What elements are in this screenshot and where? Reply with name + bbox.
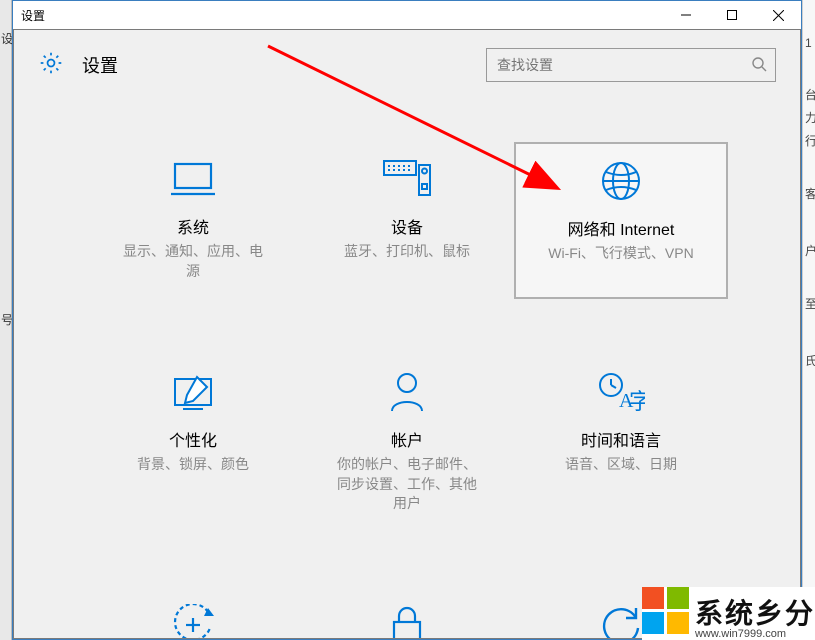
tile-title: 时间和语言 — [581, 427, 661, 451]
lock-icon — [390, 600, 424, 639]
personalization-icon — [171, 367, 215, 417]
header: 设置 — [14, 30, 800, 100]
tile-accounts[interactable]: 帐户 你的帐户、电子邮件、 同步设置、工作、其他 用户 — [300, 355, 514, 532]
tile-system[interactable]: 系统 显示、通知、应用、电 源 — [86, 142, 300, 299]
system-icon — [171, 154, 215, 204]
tile-ease-of-access[interactable]: 轻松使用 讲述人、放大镜、高对 — [86, 588, 300, 639]
maximize-button[interactable] — [709, 1, 755, 29]
tile-title: 设备 — [391, 214, 423, 238]
devices-icon — [382, 154, 432, 204]
close-button[interactable] — [755, 1, 801, 29]
tile-devices[interactable]: 设备 蓝牙、打印机、鼠标 — [300, 142, 514, 299]
minimize-button[interactable] — [663, 1, 709, 29]
tile-network[interactable]: 网络和 Internet Wi-Fi、飞行模式、VPN — [514, 142, 728, 299]
tile-desc: Wi-Fi、飞行模式、VPN — [548, 244, 693, 264]
window-body: 设置 系统 显示、通知、应用、电 源 — [13, 29, 801, 639]
svg-text:字: 字 — [629, 389, 645, 413]
globe-icon — [600, 156, 642, 206]
left-edge-fragment: 设 号 — [0, 0, 12, 640]
tile-desc: 显示、通知、应用、电 源 — [123, 242, 263, 281]
search-input[interactable] — [495, 56, 751, 74]
accounts-icon — [388, 367, 426, 417]
watermark-main: 系统乡分 — [695, 592, 815, 632]
update-icon — [600, 600, 642, 639]
tile-title: 系统 — [177, 214, 209, 238]
search-icon — [751, 56, 767, 75]
microsoft-logo-icon — [642, 587, 689, 634]
tile-desc: 你的帐户、电子邮件、 同步设置、工作、其他 用户 — [337, 455, 477, 514]
tile-privacy[interactable]: 隐私 位置、相机 — [300, 588, 514, 639]
window-title: 设置 — [21, 7, 663, 24]
maximize-icon — [727, 10, 737, 20]
window-controls — [663, 1, 801, 29]
watermark: 系统乡分 www.win7999.com — [642, 587, 815, 640]
search-box[interactable] — [486, 48, 776, 82]
tile-title: 个性化 — [169, 427, 217, 451]
close-icon — [773, 10, 784, 21]
right-edge-fragment: 1 台 力 行 客 户 至 氏 — [803, 0, 815, 640]
watermark-sub: www.win7999.com — [695, 628, 786, 640]
tile-desc: 蓝牙、打印机、鼠标 — [344, 242, 470, 262]
tile-desc: 语音、区域、日期 — [565, 455, 677, 475]
gear-icon — [38, 50, 64, 81]
tile-personalization[interactable]: 个性化 背景、锁屏、颜色 — [86, 355, 300, 532]
tile-title: 帐户 — [391, 427, 423, 451]
time-language-icon: A 字 — [597, 367, 645, 417]
ease-of-access-icon — [172, 600, 214, 639]
settings-grid: 系统 显示、通知、应用、电 源 设备 蓝牙、打印机、鼠标 — [14, 100, 800, 639]
minimize-icon — [681, 10, 691, 20]
tile-title: 网络和 Internet — [568, 216, 675, 240]
tile-desc: 背景、锁屏、颜色 — [137, 455, 249, 475]
header-title: 设置 — [82, 52, 486, 78]
titlebar: 设置 — [13, 1, 801, 29]
tile-time-language[interactable]: A 字 时间和语言 语音、区域、日期 — [514, 355, 728, 532]
settings-window: 设置 设置 — [12, 0, 802, 640]
